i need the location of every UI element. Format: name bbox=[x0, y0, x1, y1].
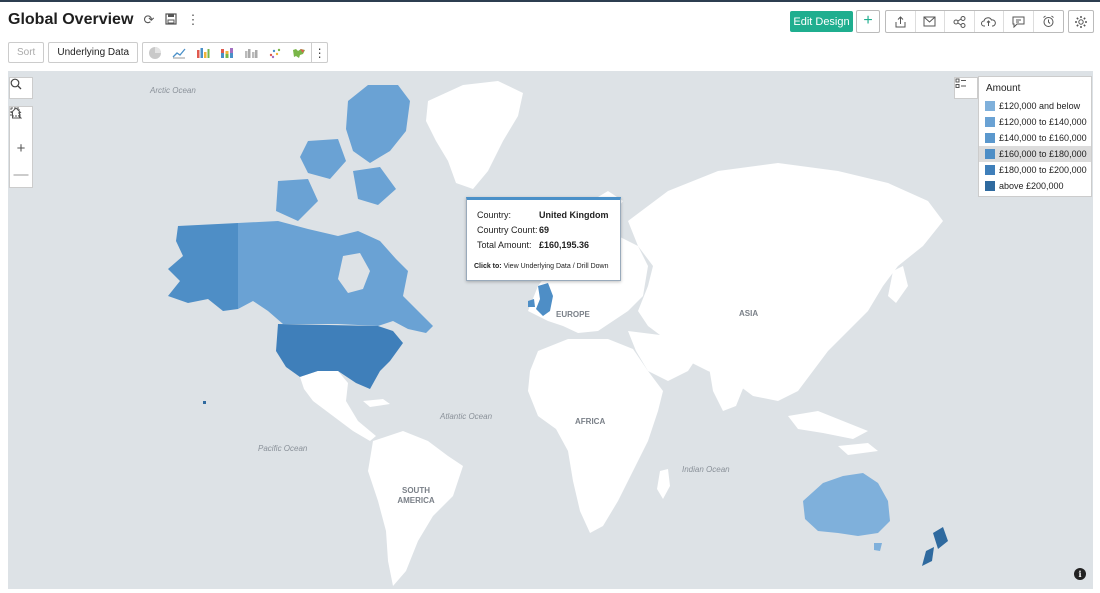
comment-icon[interactable] bbox=[1004, 11, 1034, 32]
legend-item[interactable]: £120,000 to £140,000 bbox=[979, 114, 1091, 130]
title-actions: ⟳ ⋮ bbox=[142, 12, 200, 28]
legend-swatch bbox=[985, 165, 995, 175]
scatter-chart-icon[interactable] bbox=[263, 43, 287, 62]
alaska-region bbox=[168, 223, 238, 311]
zoom-in-icon[interactable]: + bbox=[17, 141, 26, 156]
africa-region bbox=[528, 339, 663, 533]
tooltip-click-action: View Underlying Data / Drill Down bbox=[503, 263, 609, 270]
map-chart-icon[interactable] bbox=[287, 43, 311, 62]
legend-label: £180,000 to £200,000 bbox=[999, 165, 1087, 175]
tooltip-value: £160,195.36 bbox=[539, 240, 590, 250]
refresh-icon[interactable]: ⟳ bbox=[142, 12, 156, 28]
legend-item[interactable]: £180,000 to £200,000 bbox=[979, 162, 1091, 178]
export-icon[interactable] bbox=[886, 11, 916, 32]
cloud-upload-icon[interactable] bbox=[975, 11, 1004, 32]
sort-button[interactable]: Sort bbox=[8, 42, 45, 63]
list-icon bbox=[955, 78, 966, 88]
canada-region bbox=[238, 221, 433, 333]
tooltip-key: Country: bbox=[477, 210, 512, 220]
top-border bbox=[0, 0, 1100, 2]
madagascar-region bbox=[657, 469, 670, 499]
ocean-label: Indian Ocean bbox=[682, 465, 730, 474]
continent-label: SOUTH AMERICA bbox=[397, 486, 435, 505]
legend-label: £140,000 to £160,000 bbox=[999, 133, 1087, 143]
share-icon[interactable] bbox=[945, 11, 975, 32]
hawaii-islands bbox=[203, 401, 206, 404]
new-zealand-region bbox=[922, 527, 948, 566]
zoom-out-icon[interactable]: — bbox=[14, 167, 29, 182]
map-legend: Amount £120,000 and below £120,000 to £14… bbox=[978, 76, 1092, 197]
tasmania-region bbox=[874, 543, 882, 551]
tooltip-row-count: Country Count:69 bbox=[477, 225, 549, 235]
stacked-bar-icon[interactable] bbox=[215, 43, 239, 62]
ocean-label: Pacific Ocean bbox=[258, 444, 308, 453]
tooltip-value: United Kingdom bbox=[539, 210, 609, 220]
map-tooltip: Country: United Kingdom Country Count:69 … bbox=[466, 197, 621, 281]
continent-label: ASIA bbox=[739, 309, 759, 318]
legend-item[interactable]: £140,000 to £160,000 bbox=[979, 130, 1091, 146]
legend-swatch bbox=[985, 133, 995, 143]
world-map[interactable]: Arctic Ocean Atlantic Ocean Pacific Ocea… bbox=[8, 71, 1093, 589]
tooltip-key: Country Count: bbox=[477, 225, 538, 235]
more-vertical-icon[interactable]: ⋮ bbox=[186, 12, 200, 28]
southeast-asia-islands bbox=[788, 411, 878, 455]
info-icon[interactable]: i bbox=[1074, 568, 1086, 580]
legend-item[interactable]: £120,000 and below bbox=[979, 98, 1091, 114]
add-button[interactable]: + bbox=[856, 10, 880, 33]
legend-label: £120,000 to £140,000 bbox=[999, 117, 1087, 127]
share-actions bbox=[885, 10, 1064, 33]
continent-label: EUROPE bbox=[556, 310, 590, 319]
australia-region bbox=[803, 473, 890, 536]
chart-toolbar: Sort Underlying Data ⋮ bbox=[8, 42, 329, 63]
legend-item[interactable]: £160,000 to £180,000 bbox=[979, 146, 1091, 162]
legend-label: £160,000 to £180,000 bbox=[999, 149, 1087, 159]
pie-chart-icon[interactable] bbox=[143, 43, 167, 62]
continent-label: AFRICA bbox=[575, 417, 606, 426]
search-icon bbox=[10, 78, 22, 90]
greenland-region bbox=[426, 81, 523, 189]
grouped-bar-icon[interactable] bbox=[239, 43, 263, 62]
save-icon[interactable] bbox=[164, 12, 178, 28]
legend-label: above £200,000 bbox=[999, 181, 1064, 191]
caribbean-islands bbox=[363, 399, 390, 407]
south-america-region bbox=[368, 431, 463, 586]
underlying-data-button[interactable]: Underlying Data bbox=[48, 42, 139, 63]
page-title: Global Overview bbox=[8, 11, 134, 28]
tooltip-row-amount: Total Amount: £160,195.36 bbox=[477, 240, 589, 250]
tooltip-click-label: Click to: bbox=[474, 263, 502, 270]
edit-design-button[interactable]: Edit Design bbox=[790, 11, 853, 32]
alarm-icon[interactable] bbox=[1034, 11, 1064, 32]
legend-item[interactable]: above £200,000 bbox=[979, 178, 1091, 194]
legend-swatch bbox=[985, 117, 995, 127]
india-region bbox=[708, 359, 748, 411]
tooltip-key: Total Amount: bbox=[477, 240, 532, 250]
tooltip-click-hint[interactable]: Click to: View Underlying Data / Drill D… bbox=[474, 263, 609, 270]
line-chart-icon[interactable] bbox=[167, 43, 191, 62]
legend-swatch bbox=[985, 101, 995, 111]
legend-swatch bbox=[985, 149, 995, 159]
legend-title: Amount bbox=[986, 83, 1021, 94]
settings-gear-icon[interactable] bbox=[1068, 10, 1094, 33]
legend-label: £120,000 and below bbox=[999, 101, 1081, 111]
canada-arctic-islands bbox=[276, 85, 410, 221]
bar-chart-icon[interactable] bbox=[191, 43, 215, 62]
chart-type-selector: ⋮ bbox=[142, 42, 329, 63]
more-chart-types-icon[interactable]: ⋮ bbox=[311, 43, 327, 62]
legend-swatch bbox=[985, 181, 995, 191]
tooltip-row-country: Country: United Kingdom bbox=[477, 210, 609, 220]
map-canvas bbox=[168, 81, 948, 586]
ocean-label: Atlantic Ocean bbox=[440, 412, 493, 421]
email-icon[interactable] bbox=[916, 11, 945, 32]
map-search-button[interactable] bbox=[9, 77, 33, 99]
ocean-label: Arctic Ocean bbox=[150, 86, 196, 95]
tooltip-value: 69 bbox=[539, 225, 550, 235]
legend-toggle-button[interactable] bbox=[954, 77, 978, 99]
map-zoom-controls: + — bbox=[9, 106, 33, 188]
